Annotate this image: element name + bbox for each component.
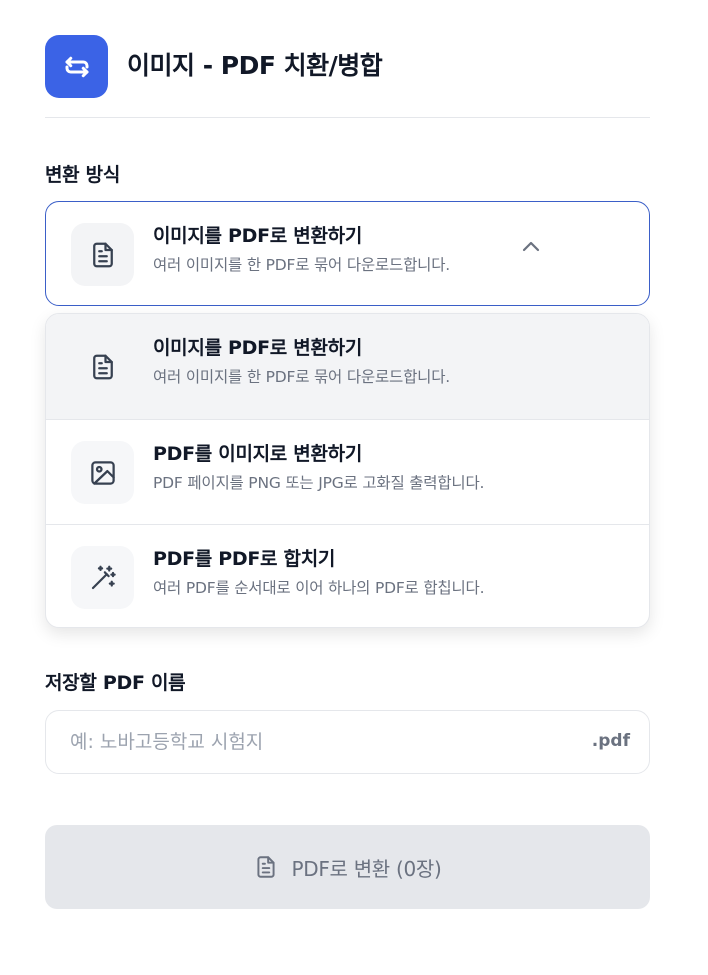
filename-field-wrap: .pdf: [45, 710, 650, 774]
convert-button[interactable]: PDF로 변환 (0장): [45, 825, 650, 909]
file-text-icon: [71, 335, 134, 398]
option-desc: 여러 이미지를 한 PDF로 묶어 다운로드합니다.: [153, 368, 450, 386]
app-header: 이미지 - PDF 치환/병합: [45, 35, 650, 118]
image-icon: [71, 441, 134, 504]
mode-select[interactable]: 이미지를 PDF로 변환하기 여러 이미지를 한 PDF로 묶어 다운로드합니다…: [45, 201, 650, 306]
mode-label: 변환 방식: [45, 164, 121, 186]
dropdown-option-merge-pdf[interactable]: PDF를 PDF로 합치기 여러 PDF를 순서대로 이어 하나의 PDF로 합…: [46, 524, 649, 627]
filename-input[interactable]: [70, 711, 570, 773]
chevron-up-icon[interactable]: [516, 232, 546, 262]
selected-option-title: 이미지를 PDF로 변환하기: [153, 225, 363, 247]
selected-option-desc: 여러 이미지를 한 PDF로 묶어 다운로드합니다.: [153, 256, 450, 274]
option-title: PDF를 PDF로 합치기: [153, 548, 336, 570]
pdf-suffix: .pdf: [591, 731, 630, 751]
filename-label: 저장할 PDF 이름: [45, 672, 186, 694]
dropdown-option-image-to-pdf[interactable]: 이미지를 PDF로 변환하기 여러 이미지를 한 PDF로 묶어 다운로드합니다…: [46, 314, 649, 419]
file-text-icon: [253, 854, 279, 880]
option-title: PDF를 이미지로 변환하기: [153, 443, 363, 465]
option-desc: 여러 PDF를 순서대로 이어 하나의 PDF로 합칩니다.: [153, 579, 485, 597]
file-text-icon: [71, 223, 134, 286]
option-desc: PDF 페이지를 PNG 또는 JPG로 고화질 출력합니다.: [153, 474, 485, 492]
repeat-icon: [45, 35, 108, 98]
mode-dropdown: 이미지를 PDF로 변환하기 여러 이미지를 한 PDF로 묶어 다운로드합니다…: [45, 313, 650, 628]
page-title: 이미지 - PDF 치환/병합: [127, 51, 383, 80]
option-title: 이미지를 PDF로 변환하기: [153, 337, 363, 359]
convert-button-label: PDF로 변환 (0장): [291, 856, 442, 881]
magic-wand-icon: [71, 546, 134, 609]
dropdown-option-pdf-to-image[interactable]: PDF를 이미지로 변환하기 PDF 페이지를 PNG 또는 JPG로 고화질 …: [46, 419, 649, 524]
